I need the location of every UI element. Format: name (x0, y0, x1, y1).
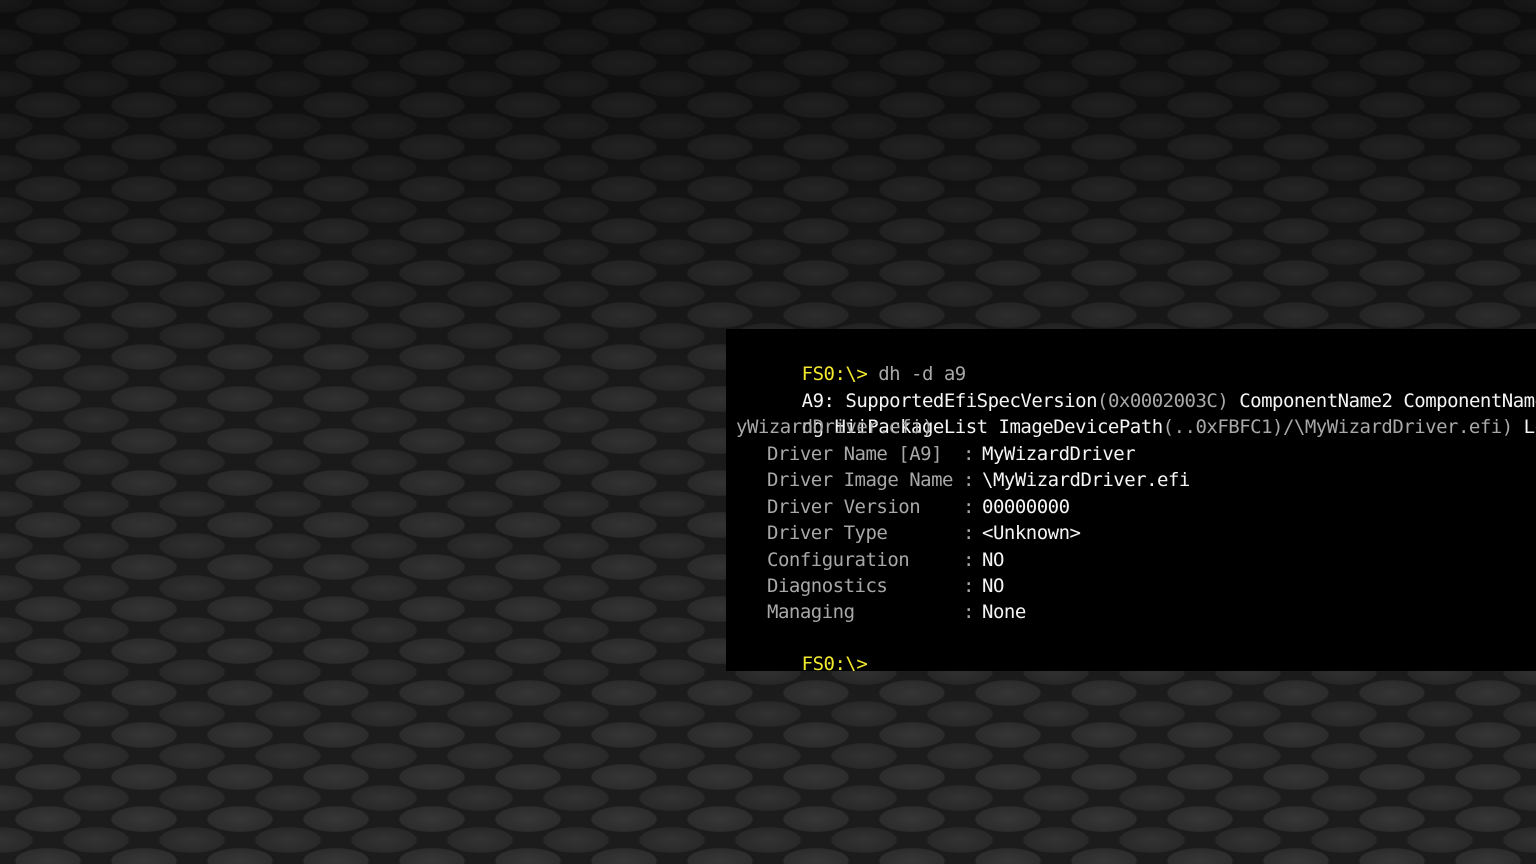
uefi-shell-terminal[interactable]: FS0:\> dh -d a9 A9: SupportedEfiSpecVers… (726, 329, 1536, 671)
driver-field-row: Driver Image Name: \MyWizardDriver.efi (726, 467, 1536, 493)
field-value: NO (982, 575, 1004, 597)
protocol-line-3: yWizardDriver.efi) (736, 416, 933, 438)
driver-field-row: Diagnostics: NO (726, 573, 1536, 599)
field-label: Driver Type (767, 522, 888, 545)
shell-prompt: FS0:\> (801, 653, 868, 671)
driver-field-row: Driver Name [A9]: MyWizardDriver (726, 441, 1536, 467)
field-value: \MyWizardDriver.efi (982, 469, 1190, 492)
field-separator: : (963, 495, 975, 518)
field-separator: : (963, 601, 975, 624)
field-separator: : (963, 522, 975, 545)
field-label: Driver Version (767, 495, 921, 518)
field-label: Configuration (767, 548, 910, 571)
device-path-value: (..0xFBFC1)/\MyWizardDriver.efi) (1162, 416, 1514, 438)
field-value: NO (982, 548, 1004, 571)
field-value: None (982, 601, 1026, 624)
command-line: FS0:\> dh -d a9 (736, 335, 967, 385)
driver-field-row: Driver Version:00000000 (726, 494, 1536, 520)
protocol-line-1: A9: SupportedEfiSpecVersion(0x0002003C) … (736, 362, 1536, 412)
field-separator: : (963, 575, 975, 597)
field-label: Driver Name [A9] (767, 443, 943, 465)
field-separator: : (963, 548, 975, 571)
driver-field-row: Driver Type: <Unknown> (726, 520, 1536, 546)
protocol-list: LoadedImage (1523, 416, 1536, 438)
protocol-line-2: ng HiiPackageList ImageDevicePath(..0xFB… (736, 388, 1536, 438)
field-value: 00000000 (982, 495, 1070, 518)
driver-field-row: Configuration: NO (726, 547, 1536, 573)
field-label: Driver Image Name (767, 469, 953, 492)
field-separator: : (963, 443, 975, 465)
desktop-wallpaper: FS0:\> dh -d a9 A9: SupportedEfiSpecVers… (0, 0, 1536, 864)
final-prompt-line[interactable]: FS0:\> (736, 625, 881, 671)
field-label: Diagnostics (767, 575, 888, 597)
field-value: <Unknown> (982, 522, 1081, 545)
field-separator: : (963, 469, 975, 492)
field-label: Managing (767, 601, 855, 624)
field-value: MyWizardDriver (982, 443, 1136, 465)
driver-field-row: Managing: None (726, 599, 1536, 625)
